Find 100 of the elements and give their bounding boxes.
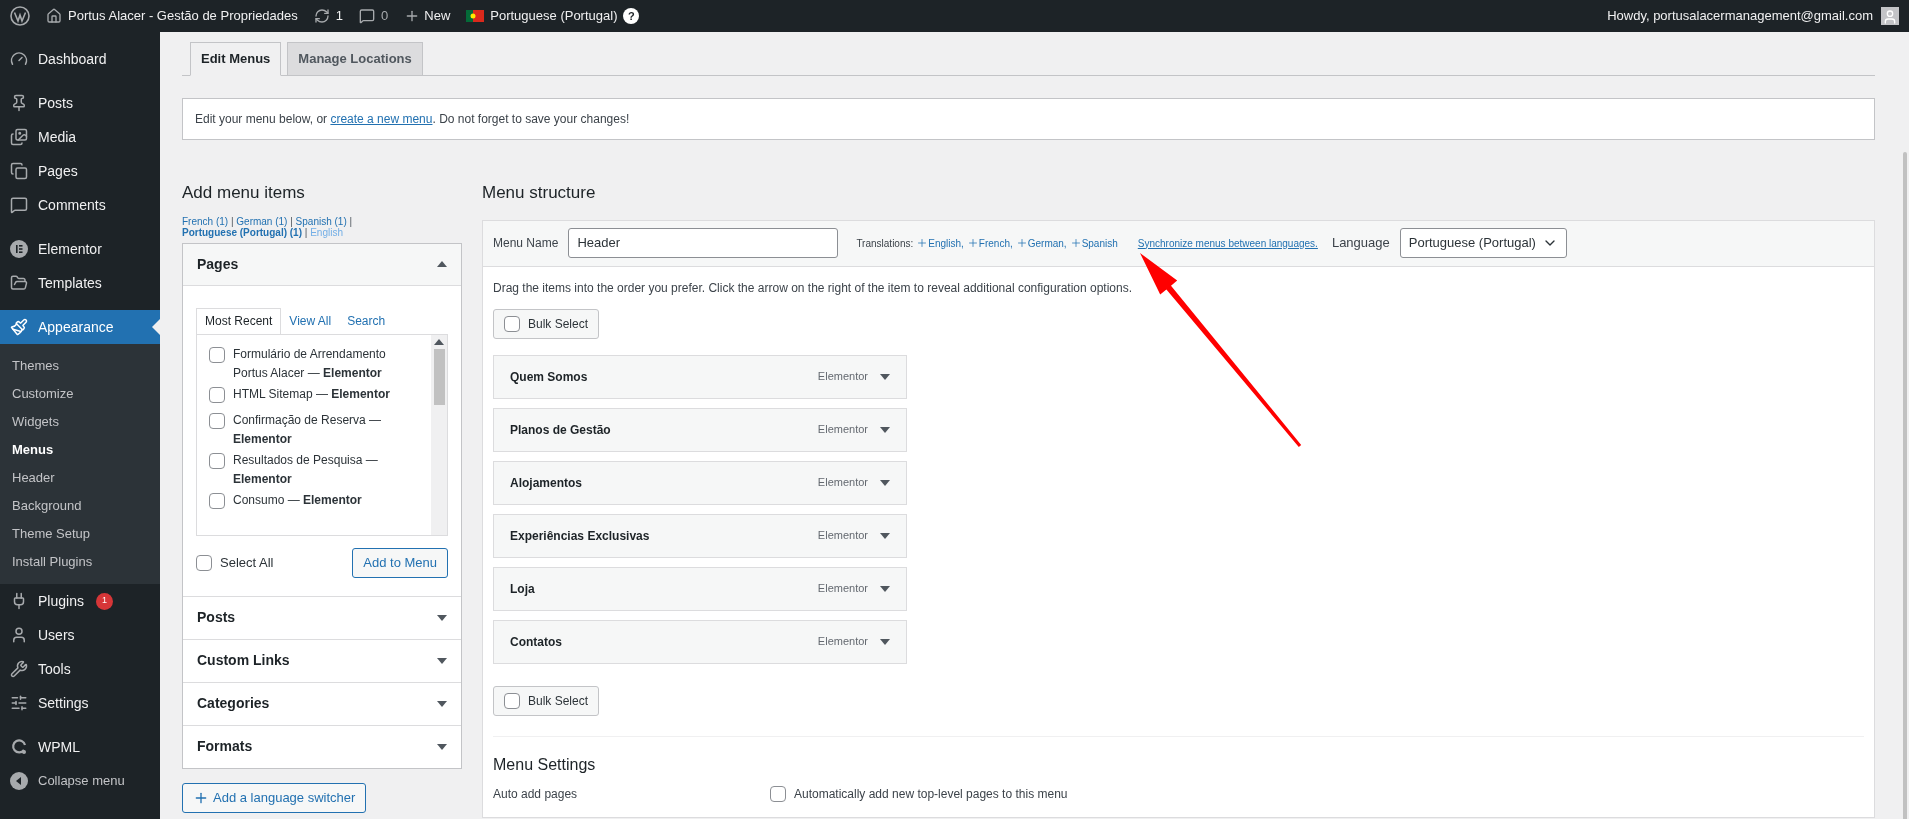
submenu-item[interactable]: Background: [0, 492, 160, 520]
caret-icon: [437, 614, 447, 621]
sidebar-item[interactable]: Collapse menu: [0, 764, 160, 798]
sidebar-item[interactable]: Dashboard: [0, 42, 160, 76]
menu-item-bar[interactable]: Loja Elementor: [493, 566, 907, 611]
submenu-item[interactable]: Install Plugins: [0, 548, 160, 576]
avatar-icon[interactable]: [1881, 7, 1899, 25]
sidebar-item[interactable]: Settings: [0, 686, 160, 720]
updates-count[interactable]: 1: [335, 6, 344, 26]
accordion-header[interactable]: Formats: [183, 725, 461, 768]
submenu-item[interactable]: Header: [0, 464, 160, 492]
menu-item-title: Alojamentos: [510, 474, 583, 492]
language-switcher-button[interactable]: Add a language switcher: [182, 782, 367, 813]
checkbox[interactable]: [770, 785, 786, 802]
language-filter-link[interactable]: Spanish (1): [295, 215, 347, 227]
scroll-up-icon: [434, 338, 444, 345]
checkbox[interactable]: [209, 412, 225, 429]
expand-caret-icon: [880, 373, 890, 380]
sidebar-item[interactable]: Pages: [0, 154, 160, 188]
checkbox[interactable]: [196, 554, 212, 571]
menu-item-title: Planos de Gestão: [510, 421, 612, 439]
sidebar-item[interactable]: Comments: [0, 188, 160, 222]
instructions-text: Drag the items into the order you prefer. Click the arrow on the right of the item to reveal additional configuration options.: [493, 279, 1133, 297]
notice-text: Edit your menu below, or create a new menu. Do not forget to save your changes!: [195, 111, 630, 128]
sync-link[interactable]: Synchronize menus between languages.: [1137, 235, 1318, 251]
sidebar-item[interactable]: Tools: [0, 652, 160, 686]
site-title-link[interactable]: Portus Alacer - Gestão de Propriedades: [68, 6, 298, 26]
panel-tab[interactable]: Most Recent: [196, 307, 282, 334]
checkbox[interactable]: [504, 315, 520, 332]
menu-item-bar[interactable]: Contatos Elementor: [493, 619, 907, 664]
checkbox[interactable]: [209, 492, 225, 509]
sidebar-label: Pages: [38, 161, 78, 181]
page-option-label: Resultados de Pesquisa — Elementor: [233, 451, 379, 488]
nav-tab[interactable]: Manage Locations: [287, 42, 423, 76]
checkbox[interactable]: [504, 692, 520, 709]
submenu-item[interactable]: Menus: [0, 436, 160, 464]
sidebar-item[interactable]: Users: [0, 618, 160, 652]
panel-tab[interactable]: View All: [281, 307, 340, 334]
bulk-select-button[interactable]: Bulk Select: [493, 308, 600, 339]
accordion-header[interactable]: Custom Links: [183, 639, 461, 682]
accordion-header[interactable]: Categories: [183, 682, 461, 725]
language-filter-link[interactable]: French (1): [182, 215, 229, 227]
accordion-header[interactable]: Pages: [183, 243, 461, 286]
translation-link[interactable]: English,: [916, 235, 964, 251]
menu-item-type: Elementor: [817, 422, 868, 438]
new-link[interactable]: New: [424, 6, 451, 26]
language-filter-link[interactable]: German (1): [236, 215, 288, 227]
translation-link[interactable]: Spanish: [1069, 235, 1118, 251]
help-icon[interactable]: ?: [623, 8, 640, 24]
count-badge: 1: [95, 592, 113, 610]
submenu-item[interactable]: Theme Setup: [0, 520, 160, 548]
plus-icon: [1015, 237, 1028, 249]
caret-icon: [437, 700, 447, 707]
sidebar-label: Collapse menu: [38, 772, 125, 791]
bulk-select-button[interactable]: Bulk Select: [493, 685, 600, 716]
menu-item-type: Elementor: [817, 475, 868, 491]
translation-link[interactable]: German,: [1015, 235, 1067, 251]
panel-tab[interactable]: Search: [339, 307, 394, 334]
menu-item-bar[interactable]: Planos de Gestão Elementor: [493, 407, 907, 452]
current-pointer-icon: [152, 319, 160, 335]
page-option-label: Consumo — Elementor: [233, 491, 362, 509]
menu-item-bar[interactable]: Alojamentos Elementor: [493, 460, 907, 505]
add-to-menu-button[interactable]: Add to Menu: [352, 547, 448, 578]
page-option-label: HTML Sitemap — Elementor: [233, 385, 390, 403]
sidebar-item[interactable]: Media: [0, 120, 160, 154]
menu-item-bar[interactable]: Experiências Exclusivas Elementor: [493, 513, 907, 558]
accordion-header[interactable]: Posts: [183, 596, 461, 639]
sidebar-item[interactable]: Appearance: [0, 310, 160, 344]
translation-link[interactable]: French,: [966, 235, 1013, 251]
checkbox[interactable]: [209, 386, 225, 403]
pin-icon: [10, 94, 28, 112]
menu-name-field[interactable]: Header: [568, 228, 839, 258]
sidebar-label: Tools: [38, 659, 71, 679]
user-icon: [10, 626, 28, 644]
greeting-link[interactable]: Howdy, portusalacermanagement@gmail.com: [1607, 6, 1873, 26]
home-icon: [46, 8, 62, 24]
submenu-item[interactable]: Customize: [0, 380, 160, 408]
sidebar-item[interactable]: Elementor: [0, 232, 160, 266]
sidebar-item[interactable]: WPML: [0, 730, 160, 764]
checkbox[interactable]: [209, 452, 225, 469]
sidebar-item[interactable]: Templates: [0, 266, 160, 300]
sidebar-label: Posts: [38, 93, 73, 113]
wordpress-logo-icon[interactable]: [10, 6, 30, 26]
e-circle-icon: [10, 240, 28, 258]
scrollbar-thumb[interactable]: [433, 348, 445, 405]
sidebar-label: WPML: [38, 737, 80, 757]
caret-icon: [437, 743, 447, 750]
comments-count[interactable]: 0: [381, 6, 389, 26]
language-select[interactable]: Portuguese (Portugal): [1399, 228, 1567, 258]
menu-item-title: Quem Somos: [510, 368, 589, 386]
nav-tab[interactable]: Edit Menus: [190, 42, 282, 76]
menu-item-bar[interactable]: Quem Somos Elementor: [493, 354, 907, 399]
sidebar-item[interactable]: Plugins 1: [0, 584, 160, 618]
language-switcher[interactable]: Portuguese (Portugal): [490, 6, 618, 26]
submenu-item[interactable]: Themes: [0, 352, 160, 380]
sidebar-item[interactable]: Posts: [0, 86, 160, 120]
comment-icon: [10, 196, 28, 214]
language-filter-link[interactable]: Portuguese (Portugal) (1): [182, 226, 302, 238]
checkbox[interactable]: [209, 346, 225, 363]
submenu-item[interactable]: Widgets: [0, 408, 160, 436]
